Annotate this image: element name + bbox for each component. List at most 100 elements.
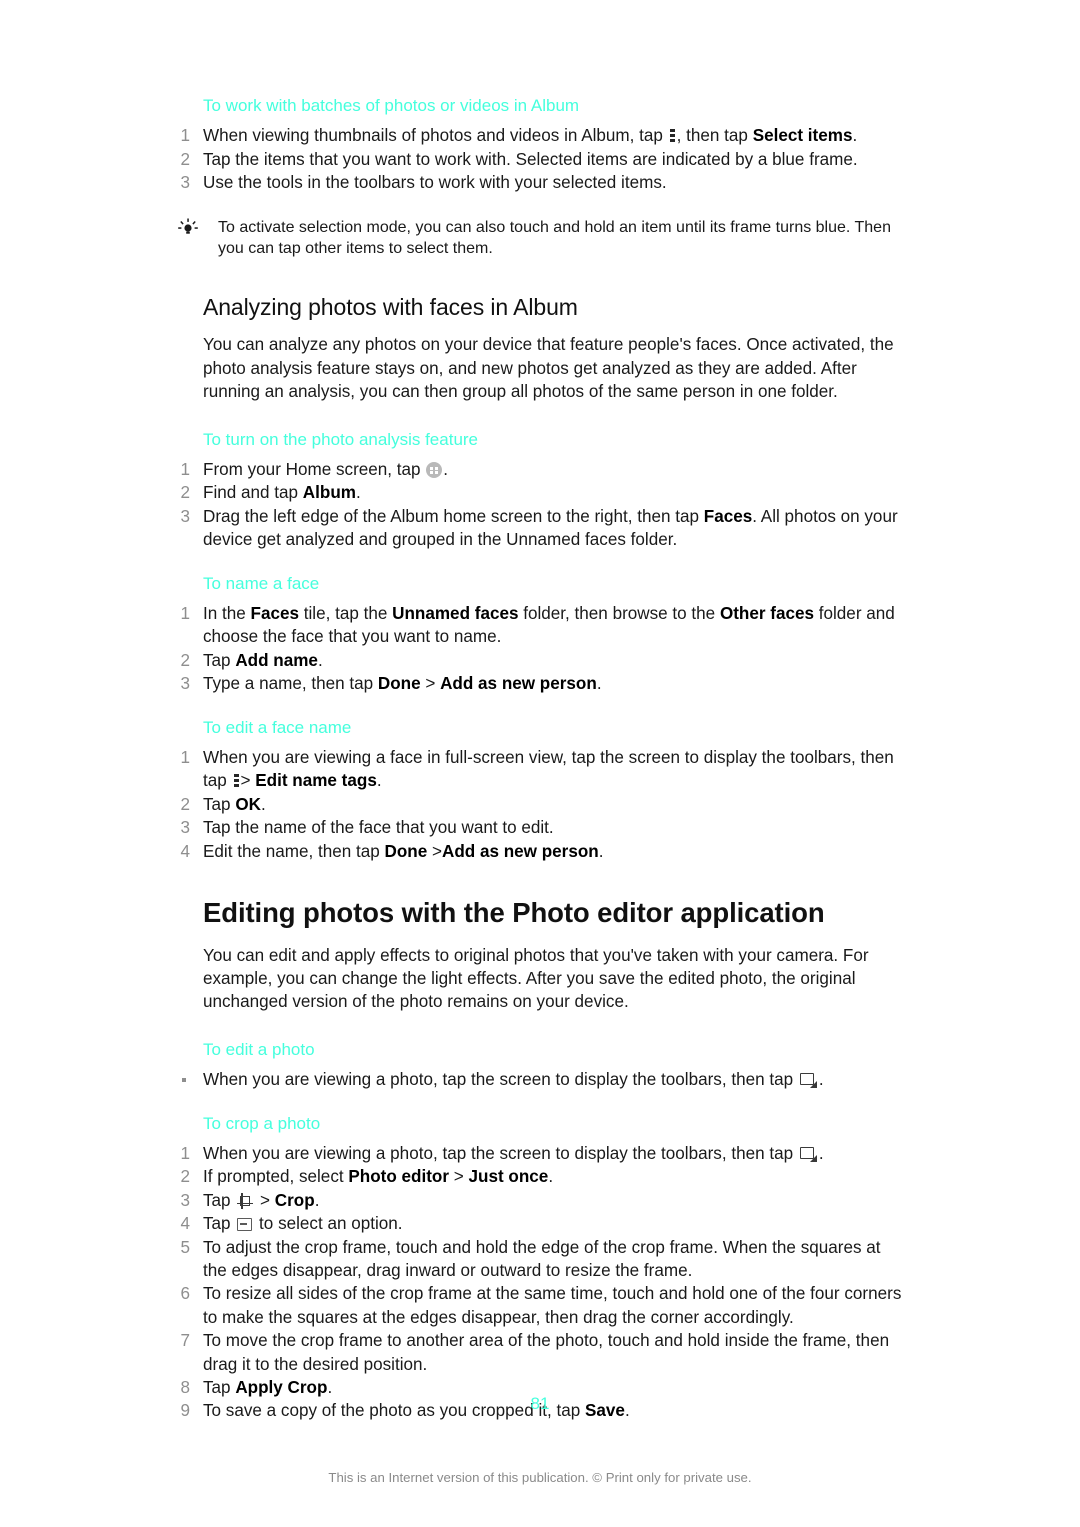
step-item: Tap Add name.: [175, 649, 905, 673]
tip-text: To activate selection mode, you can also…: [218, 218, 891, 258]
step-item: From your Home screen, tap .: [175, 458, 905, 482]
step-emphasis: OK: [235, 794, 261, 814]
step-text: From your Home screen, tap: [203, 460, 426, 479]
step-text: .: [443, 460, 449, 479]
page-content: To work with batches of photos or videos…: [175, 96, 905, 1423]
step-text: tile, tap the: [299, 604, 393, 624]
step-item: To move the crop frame to another area o…: [175, 1329, 905, 1376]
step-text: to select an option.: [254, 1214, 403, 1234]
step-item: Edit the name, then tap Done >Add as new…: [175, 840, 905, 864]
step-text: Tap: [203, 650, 236, 670]
step-emphasis: Photo editor: [348, 1167, 450, 1187]
heading-photo-editor-application: Editing photos with the Photo editor app…: [203, 897, 825, 929]
step-emphasis: Add as new person: [441, 841, 599, 861]
step-item: When you are viewing a photo, tap the sc…: [175, 1142, 905, 1166]
step-text: Type a name, then tap: [203, 674, 378, 694]
step-text: To adjust the crop frame, touch and hold…: [203, 1237, 881, 1280]
step-item: Type a name, then tap Done > Add as new …: [175, 672, 905, 696]
heading-edit-a-photo: To edit a photo: [203, 1039, 315, 1059]
step-item: If prompted, select Photo editor > Just …: [175, 1165, 905, 1189]
step-text: Tap: [203, 794, 236, 814]
step-text: .: [317, 650, 323, 670]
step-emphasis: Done: [384, 841, 428, 861]
photo-edit-icon: [799, 1073, 817, 1089]
step-item: Use the tools in the toolbars to work wi…: [175, 171, 905, 195]
step-item: Tap the name of the face that you want t…: [175, 816, 905, 840]
heading-analyzing-photos: Analyzing photos with faces in Album: [203, 293, 578, 320]
list-item: When you are viewing a photo, tap the sc…: [175, 1068, 905, 1091]
step-text: .: [260, 794, 266, 814]
step-text: >: [240, 771, 256, 791]
step-emphasis: Select items: [752, 126, 853, 146]
step-text: In the: [203, 604, 251, 624]
step-text: .: [598, 841, 604, 861]
step-text: .: [355, 483, 361, 503]
step-text: .: [818, 1070, 824, 1090]
step-emphasis: Other faces: [719, 604, 814, 624]
heading-turn-on-photo-analysis: To turn on the photo analysis feature: [203, 429, 479, 449]
step-emphasis: Edit name tags: [255, 771, 377, 791]
step-emphasis: Add name: [235, 650, 318, 670]
step-emphasis: Unnamed faces: [392, 604, 519, 624]
step-text: .: [596, 674, 602, 694]
step-item: To resize all sides of the crop frame at…: [175, 1282, 905, 1329]
heading-crop-a-photo: To crop a photo: [203, 1113, 321, 1133]
step-text: Use the tools in the toolbars to work wi…: [203, 173, 667, 193]
paragraph-photo-editor-intro: You can edit and apply effects to origin…: [203, 945, 869, 1012]
step-text: >: [255, 1190, 275, 1210]
step-text: , then tap: [676, 126, 753, 146]
step-item: Tap OK.: [175, 793, 905, 817]
page-number: 81: [530, 1394, 550, 1413]
heading-work-with-batches: To work with batches of photos or videos…: [203, 96, 580, 115]
step-text: >: [449, 1167, 469, 1187]
tip-note: To activate selection mode, you can also…: [175, 217, 905, 260]
steps-name-a-face: In the Faces tile, tap the Unnamed faces…: [175, 602, 905, 696]
step-emphasis: Done: [377, 674, 421, 694]
step-item: Tap the items that you want to work with…: [175, 148, 905, 172]
step-emphasis: Add as new person: [440, 674, 597, 694]
step-text: .: [852, 126, 858, 146]
step-item: Tap > Crop.: [175, 1189, 905, 1213]
photo-edit-icon: [799, 1146, 817, 1162]
heading-name-a-face: To name a face: [203, 573, 320, 593]
step-text: When you are viewing a photo, tap the sc…: [203, 1070, 798, 1090]
step-text: Tap the items that you want to work with…: [203, 149, 858, 169]
footer-copyright-note: This is an Internet version of this publ…: [328, 1470, 752, 1485]
step-text: >: [420, 674, 441, 694]
steps-edit-a-face-name: When you are viewing a face in full-scre…: [175, 746, 905, 863]
step-emphasis: Album: [302, 483, 356, 503]
step-emphasis: Crop: [274, 1190, 315, 1210]
step-text: >: [427, 841, 442, 861]
steps-edit-a-photo: When you are viewing a photo, tap the sc…: [175, 1068, 905, 1091]
option-selector-icon: [237, 1218, 253, 1232]
step-item: Drag the left edge of the Album home scr…: [175, 505, 905, 552]
heading-edit-a-face-name: To edit a face name: [203, 717, 352, 737]
step-text: When you are viewing a photo, tap the sc…: [203, 1143, 798, 1163]
overflow-menu-icon: [669, 128, 675, 143]
lightbulb-tip-icon: [177, 218, 199, 238]
steps-turn-on-photo-analysis: From your Home screen, tap . Find and ta…: [175, 458, 905, 552]
step-text: Drag the left edge of the Album home scr…: [203, 506, 704, 526]
step-text: .: [376, 771, 382, 791]
step-text: .: [548, 1167, 554, 1187]
steps-work-with-batches: When viewing thumbnails of photos and vi…: [175, 124, 905, 195]
step-text: Tap: [203, 1190, 236, 1210]
step-emphasis: Faces: [250, 604, 299, 624]
step-item: In the Faces tile, tap the Unnamed faces…: [175, 602, 905, 649]
app-drawer-icon: [426, 462, 443, 478]
document-page: To work with batches of photos or videos…: [0, 0, 1080, 1527]
step-text: .: [818, 1143, 824, 1163]
step-text: To resize all sides of the crop frame at…: [203, 1284, 902, 1327]
step-item: Find and tap Album.: [175, 481, 905, 505]
step-text: Tap the name of the face that you want t…: [203, 818, 554, 838]
step-text: Tap: [203, 1214, 236, 1234]
steps-crop-a-photo: When you are viewing a photo, tap the sc…: [175, 1142, 905, 1423]
step-text: If prompted, select: [203, 1167, 349, 1187]
step-text: To move the crop frame to another area o…: [203, 1331, 890, 1374]
step-item: When you are viewing a face in full-scre…: [175, 746, 905, 793]
step-item: When viewing thumbnails of photos and vi…: [175, 124, 905, 148]
paragraph-analyzing-intro: You can analyze any photos on your devic…: [203, 335, 894, 402]
step-text: When viewing thumbnails of photos and vi…: [203, 126, 668, 146]
overflow-menu-icon: [233, 773, 239, 788]
step-text: folder, then browse to the: [518, 604, 720, 624]
